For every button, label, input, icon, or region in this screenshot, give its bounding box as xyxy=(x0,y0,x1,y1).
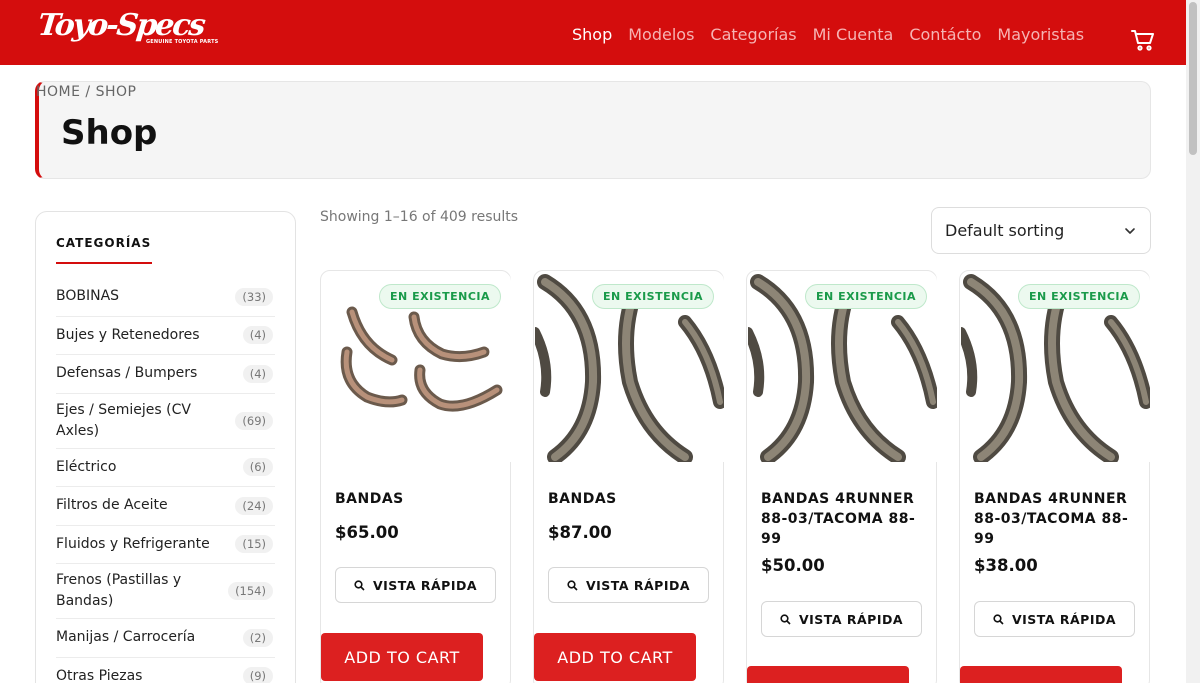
quick-view-button[interactable]: VISTA RÁPIDA xyxy=(761,601,922,637)
category-name[interactable]: Otras Piezas xyxy=(56,666,142,683)
product-card[interactable]: EN EXISTENCIA BANDAS 4RUNNER 88-03/TACOM… xyxy=(746,270,937,683)
scrollbar-thumb[interactable] xyxy=(1189,2,1197,155)
category-count: (24) xyxy=(235,496,273,515)
product-price: $38.00 xyxy=(974,556,1038,575)
product-title[interactable]: BANDAS xyxy=(548,489,713,509)
stock-badge: EN EXISTENCIA xyxy=(592,284,714,309)
category-item[interactable]: Eléctrico (6) xyxy=(56,449,275,487)
category-name[interactable]: Ejes / Semiejes (CV Axles) xyxy=(56,400,216,442)
sidebar-heading: CATEGORÍAS xyxy=(56,236,152,250)
product-price: $87.00 xyxy=(548,523,612,542)
sorting-select[interactable]: Default sorting xyxy=(931,207,1151,254)
product-image[interactable]: EN EXISTENCIA xyxy=(322,272,511,462)
category-item[interactable]: BOBINAS (33) xyxy=(56,278,275,317)
chevron-down-icon xyxy=(1125,228,1135,234)
category-count: (2) xyxy=(242,628,273,647)
product-price: $50.00 xyxy=(761,556,825,575)
product-title[interactable]: BANDAS xyxy=(335,489,500,509)
category-item[interactable]: Bujes y Retenedores (4) xyxy=(56,317,275,355)
logo-tagline: GENUINE TOYOTA PARTS xyxy=(146,39,219,45)
quick-view-button[interactable]: VISTA RÁPIDA xyxy=(335,567,496,603)
category-name[interactable]: BOBINAS xyxy=(56,286,119,307)
category-item[interactable]: Defensas / Bumpers (4) xyxy=(56,355,275,394)
category-count: (33) xyxy=(235,287,273,306)
add-to-cart-button[interactable]: ADD TO CART xyxy=(960,666,1122,683)
stock-badge: EN EXISTENCIA xyxy=(379,284,501,309)
quick-view-label: VISTA RÁPIDA xyxy=(372,577,478,593)
add-to-cart-button[interactable]: ADD TO CART xyxy=(747,666,909,683)
category-count: (15) xyxy=(235,535,273,554)
product-image[interactable]: EN EXISTENCIA xyxy=(748,272,937,462)
heading-underline xyxy=(56,262,152,264)
nav-mi-cuenta[interactable]: Mi Cuenta xyxy=(813,25,894,44)
category-count: (6) xyxy=(242,458,273,477)
quick-view-button[interactable]: VISTA RÁPIDA xyxy=(974,601,1135,637)
search-icon xyxy=(993,613,1004,625)
product-title[interactable]: BANDAS 4RUNNER 88-03/TACOMA 88-99 xyxy=(974,489,1139,549)
search-icon xyxy=(780,613,791,625)
page-title: Shop xyxy=(61,113,158,153)
nav-shop[interactable]: Shop xyxy=(572,25,612,44)
category-name[interactable]: Filtros de Aceite xyxy=(56,495,168,516)
page-header-box xyxy=(35,81,1151,179)
category-name[interactable]: Bujes y Retenedores xyxy=(56,325,200,346)
search-icon xyxy=(567,579,578,591)
nav-categorias[interactable]: Categorías xyxy=(710,25,796,44)
product-title[interactable]: BANDAS 4RUNNER 88-03/TACOMA 88-99 xyxy=(761,489,926,549)
nav-mayoristas[interactable]: Mayoristas xyxy=(997,25,1084,44)
cart-icon[interactable] xyxy=(1130,28,1156,52)
category-name[interactable]: Frenos (Pastillas y Bandas) xyxy=(56,570,216,612)
add-to-cart-button[interactable]: ADD TO CART xyxy=(534,633,696,681)
product-card[interactable]: EN EXISTENCIA BANDAS 4RUNNER 88-03/TACOM… xyxy=(959,270,1150,683)
category-item[interactable]: Ejes / Semiejes (CV Axles) (69) xyxy=(56,394,275,449)
category-count: (4) xyxy=(242,364,273,383)
product-price: $65.00 xyxy=(335,523,399,542)
category-name[interactable]: Eléctrico xyxy=(56,457,116,478)
page-scrollbar[interactable] xyxy=(1186,0,1200,683)
search-icon xyxy=(354,579,365,591)
category-list: BOBINAS (33) Bujes y Retenedores (4) Def… xyxy=(56,278,275,683)
logo-text: Toyo-Specs xyxy=(36,8,206,43)
category-count: (154) xyxy=(228,582,273,600)
stock-badge: EN EXISTENCIA xyxy=(1018,284,1140,309)
category-count: (4) xyxy=(242,326,273,345)
category-item[interactable]: Otras Piezas (9) xyxy=(56,658,275,683)
category-item[interactable]: Manijas / Carrocería (2) xyxy=(56,619,275,658)
category-name[interactable]: Manijas / Carrocería xyxy=(56,627,195,648)
category-sidebar: CATEGORÍAS BOBINAS (33) Bujes y Retenedo… xyxy=(35,211,296,683)
category-name[interactable]: Defensas / Bumpers xyxy=(56,363,197,384)
quick-view-label: VISTA RÁPIDA xyxy=(585,577,691,593)
nav-contacto[interactable]: Contácto xyxy=(909,25,981,44)
sorting-value: Default sorting xyxy=(945,221,1065,240)
stock-badge: EN EXISTENCIA xyxy=(805,284,927,309)
quick-view-button[interactable]: VISTA RÁPIDA xyxy=(548,567,709,603)
breadcrumb[interactable]: HOME / SHOP xyxy=(36,84,136,100)
category-item[interactable]: Frenos (Pastillas y Bandas) (154) xyxy=(56,564,275,619)
category-item[interactable]: Fluidos y Refrigerante (15) xyxy=(56,526,275,564)
quick-view-label: VISTA RÁPIDA xyxy=(798,611,904,627)
product-card[interactable]: EN EXISTENCIA BANDAS $87.00 VISTA RÁPIDA… xyxy=(533,270,724,683)
category-item[interactable]: Filtros de Aceite (24) xyxy=(56,487,275,526)
main-nav: Shop Modelos Categorías Mi Cuenta Contác… xyxy=(572,25,1084,44)
category-name[interactable]: Fluidos y Refrigerante xyxy=(56,534,210,555)
quick-view-label: VISTA RÁPIDA xyxy=(1011,611,1117,627)
results-count: Showing 1–16 of 409 results xyxy=(320,209,519,225)
category-count: (9) xyxy=(242,667,273,683)
site-header: Toyo-Specs GENUINE TOYOTA PARTS Shop Mod… xyxy=(0,0,1186,65)
nav-modelos[interactable]: Modelos xyxy=(628,25,694,44)
product-image[interactable]: EN EXISTENCIA xyxy=(961,272,1150,462)
add-to-cart-button[interactable]: ADD TO CART xyxy=(321,633,483,681)
category-count: (69) xyxy=(235,411,273,430)
product-card[interactable]: EN EXISTENCIA BANDAS $65.00 VISTA RÁPIDA… xyxy=(320,270,511,683)
site-logo[interactable]: Toyo-Specs GENUINE TOYOTA PARTS xyxy=(36,8,218,50)
product-image[interactable]: EN EXISTENCIA xyxy=(535,272,724,462)
